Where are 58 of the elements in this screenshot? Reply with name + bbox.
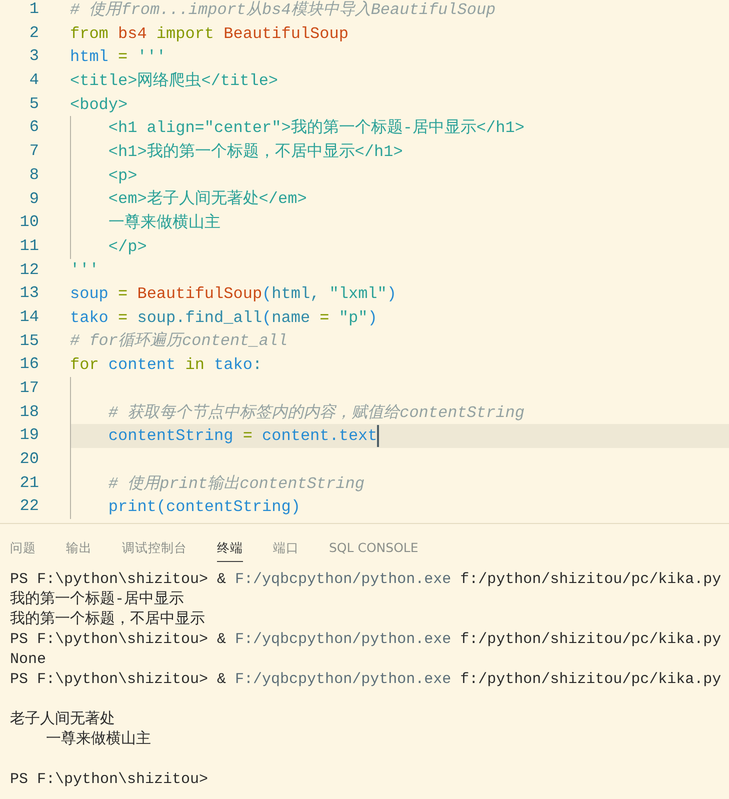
panel-tab[interactable]: SQL CONSOLE: [329, 524, 418, 562]
code-line: <h1 align="center">我的第一个标题-居中显示</h1>: [108, 118, 524, 138]
terminal-line: PS F:\python\shizitou> & F:/yqbcpython/python.exe f:/python/shizitou/pc/kika.py: [10, 570, 722, 590]
line-number: 7: [28, 141, 39, 162]
text-cursor: [377, 425, 380, 448]
line-number: 13: [18, 283, 39, 304]
terminal-line: 一尊来做横山主: [46, 730, 151, 750]
code-line: for content in tako:: [70, 355, 262, 376]
line-number: 2: [28, 22, 39, 44]
code-line: 一尊来做横山主: [108, 213, 220, 234]
code-line: tako = soup.find_all(name = "p"): [70, 308, 378, 328]
code-line: <em>老子人间无著处</em>: [108, 189, 307, 210]
code-line: <title>网络爬虫</title>: [70, 70, 278, 91]
line-number: 8: [28, 164, 39, 186]
code-line: </p>: [108, 236, 147, 257]
line-number: 1: [28, 0, 39, 20]
code-line: contentString = content.text: [108, 426, 378, 446]
line-number: 11: [18, 236, 39, 257]
line-number: 3: [28, 46, 39, 68]
line-number: 12: [18, 260, 39, 281]
line-number: 5: [28, 94, 39, 115]
terminal-line: PS F:\python\shizitou> & F:/yqbcpython/python.exe f:/python/shizitou/pc/kika.py: [10, 670, 722, 690]
line-number: 4: [28, 70, 39, 92]
line-number: 20: [18, 449, 39, 470]
line-number: 22: [18, 496, 39, 518]
line-number: 14: [18, 306, 39, 328]
code-line: html = ''': [70, 47, 166, 68]
line-number: 18: [18, 402, 39, 423]
code-line: <body>: [70, 94, 128, 115]
code-line: from bs4 import BeautifulSoup: [70, 24, 348, 44]
terminal-line: 我的第一个标题-居中显示: [10, 590, 184, 610]
line-number: 6: [28, 117, 39, 138]
code-line: <h1>我的第一个标题，不居中显示</h1>: [108, 142, 403, 162]
code-line: # 使用from...import从bs4模块中导入BeautifulSoup: [70, 0, 496, 20]
code-line: soup = BeautifulSoup(html, "lxml"): [70, 284, 396, 304]
line-number: 16: [18, 354, 39, 376]
line-number: 10: [18, 212, 39, 234]
code-line: # 使用print输出contentString: [108, 474, 364, 494]
line-number: 19: [18, 425, 39, 446]
code-line: print(contentString): [108, 497, 300, 518]
code-line: <p>: [108, 166, 138, 186]
terminal-line: 老子人间无著处: [10, 710, 115, 730]
panel-tab[interactable]: 输出: [66, 524, 92, 562]
line-number: 17: [18, 378, 39, 399]
panel-tab[interactable]: 终端: [217, 524, 243, 562]
code-line: # for循环遍历content_all: [70, 331, 288, 352]
code-line: ''': [70, 260, 99, 280]
terminal-line: PS F:\python\shizitou> & F:/yqbcpython/python.exe f:/python/shizitou/pc/kika.py: [10, 630, 722, 650]
terminal-line: PS F:\python\shizitou>: [10, 770, 208, 790]
terminal-line: None: [10, 650, 46, 670]
panel-tab[interactable]: 调试控制台: [122, 524, 187, 562]
code-line: # 获取每个节点中标签内的内容，赋值给contentString: [108, 402, 524, 423]
line-number: 21: [18, 472, 39, 494]
panel-tab[interactable]: 端口: [273, 524, 299, 562]
line-number: 15: [18, 330, 39, 352]
terminal-line: 我的第一个标题，不居中显示: [10, 610, 205, 630]
line-number: 9: [28, 188, 39, 210]
panel-tab[interactable]: 问题: [10, 524, 36, 562]
